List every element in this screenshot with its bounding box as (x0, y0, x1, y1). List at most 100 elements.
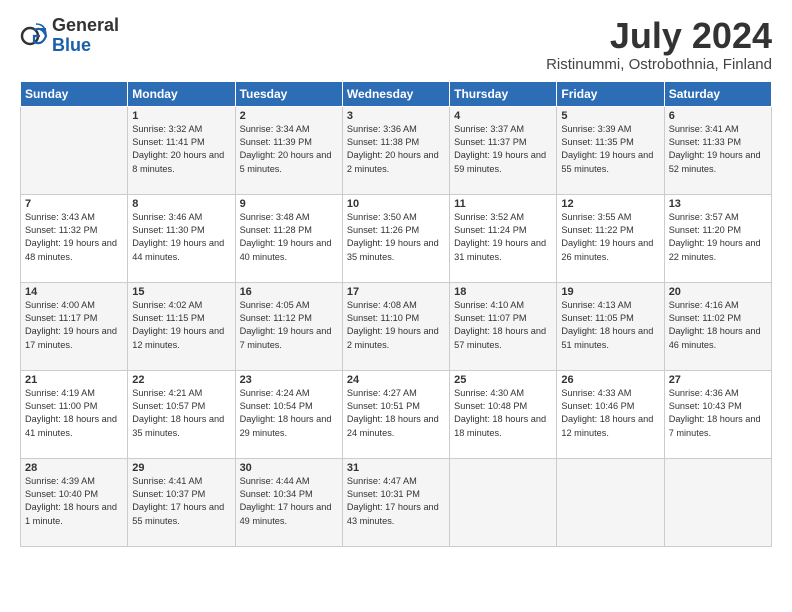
day-header-friday: Friday (557, 81, 664, 106)
day-number: 24 (347, 374, 445, 386)
day-info: Sunrise: 3:57 AMSunset: 11:20 PMDaylight… (669, 211, 767, 264)
day-number: 15 (132, 286, 230, 298)
month-title: July 2024 (546, 16, 772, 56)
day-cell: 11Sunrise: 3:52 AMSunset: 11:24 PMDaylig… (450, 194, 557, 282)
day-cell: 2Sunrise: 3:34 AMSunset: 11:39 PMDayligh… (235, 106, 342, 194)
day-number: 8 (132, 198, 230, 210)
day-info: Sunrise: 3:39 AMSunset: 11:35 PMDaylight… (561, 123, 659, 176)
day-number: 26 (561, 374, 659, 386)
day-number: 18 (454, 286, 552, 298)
day-info: Sunrise: 3:55 AMSunset: 11:22 PMDaylight… (561, 211, 659, 264)
day-info: Sunrise: 3:50 AMSunset: 11:26 PMDaylight… (347, 211, 445, 264)
day-info: Sunrise: 4:02 AMSunset: 11:15 PMDaylight… (132, 299, 230, 352)
day-number: 1 (132, 110, 230, 122)
day-number: 27 (669, 374, 767, 386)
day-info: Sunrise: 4:24 AMSunset: 10:54 PMDaylight… (240, 387, 338, 440)
day-cell: 12Sunrise: 3:55 AMSunset: 11:22 PMDaylig… (557, 194, 664, 282)
day-number: 2 (240, 110, 338, 122)
day-number: 22 (132, 374, 230, 386)
week-row-2: 7Sunrise: 3:43 AMSunset: 11:32 PMDayligh… (21, 194, 772, 282)
day-cell: 24Sunrise: 4:27 AMSunset: 10:51 PMDaylig… (342, 370, 449, 458)
day-info: Sunrise: 3:36 AMSunset: 11:38 PMDaylight… (347, 123, 445, 176)
day-cell: 6Sunrise: 3:41 AMSunset: 11:33 PMDayligh… (664, 106, 771, 194)
day-number: 4 (454, 110, 552, 122)
logo-text: General Blue (52, 16, 119, 56)
week-row-5: 28Sunrise: 4:39 AMSunset: 10:40 PMDaylig… (21, 458, 772, 546)
day-cell: 21Sunrise: 4:19 AMSunset: 11:00 PMDaylig… (21, 370, 128, 458)
day-cell: 16Sunrise: 4:05 AMSunset: 11:12 PMDaylig… (235, 282, 342, 370)
logo-icon (20, 22, 48, 50)
calendar-table: SundayMondayTuesdayWednesdayThursdayFrid… (20, 81, 772, 547)
day-cell: 31Sunrise: 4:47 AMSunset: 10:31 PMDaylig… (342, 458, 449, 546)
day-header-sunday: Sunday (21, 81, 128, 106)
day-number: 30 (240, 462, 338, 474)
day-number: 3 (347, 110, 445, 122)
day-info: Sunrise: 4:39 AMSunset: 10:40 PMDaylight… (25, 475, 123, 528)
day-cell: 3Sunrise: 3:36 AMSunset: 11:38 PMDayligh… (342, 106, 449, 194)
day-info: Sunrise: 4:27 AMSunset: 10:51 PMDaylight… (347, 387, 445, 440)
week-row-1: 1Sunrise: 3:32 AMSunset: 11:41 PMDayligh… (21, 106, 772, 194)
day-cell: 8Sunrise: 3:46 AMSunset: 11:30 PMDayligh… (128, 194, 235, 282)
day-number: 9 (240, 198, 338, 210)
day-info: Sunrise: 4:00 AMSunset: 11:17 PMDaylight… (25, 299, 123, 352)
day-number: 21 (25, 374, 123, 386)
day-cell: 23Sunrise: 4:24 AMSunset: 10:54 PMDaylig… (235, 370, 342, 458)
day-cell: 18Sunrise: 4:10 AMSunset: 11:07 PMDaylig… (450, 282, 557, 370)
day-cell: 27Sunrise: 4:36 AMSunset: 10:43 PMDaylig… (664, 370, 771, 458)
day-number: 17 (347, 286, 445, 298)
week-row-4: 21Sunrise: 4:19 AMSunset: 11:00 PMDaylig… (21, 370, 772, 458)
day-number: 23 (240, 374, 338, 386)
day-number: 10 (347, 198, 445, 210)
day-number: 20 (669, 286, 767, 298)
day-cell (21, 106, 128, 194)
day-info: Sunrise: 4:47 AMSunset: 10:31 PMDaylight… (347, 475, 445, 528)
day-header-thursday: Thursday (450, 81, 557, 106)
day-cell: 14Sunrise: 4:00 AMSunset: 11:17 PMDaylig… (21, 282, 128, 370)
day-info: Sunrise: 4:44 AMSunset: 10:34 PMDaylight… (240, 475, 338, 528)
day-info: Sunrise: 3:43 AMSunset: 11:32 PMDaylight… (25, 211, 123, 264)
day-info: Sunrise: 3:41 AMSunset: 11:33 PMDaylight… (669, 123, 767, 176)
day-number: 16 (240, 286, 338, 298)
day-header-monday: Monday (128, 81, 235, 106)
week-row-3: 14Sunrise: 4:00 AMSunset: 11:17 PMDaylig… (21, 282, 772, 370)
day-header-wednesday: Wednesday (342, 81, 449, 106)
day-info: Sunrise: 4:30 AMSunset: 10:48 PMDaylight… (454, 387, 552, 440)
day-cell: 4Sunrise: 3:37 AMSunset: 11:37 PMDayligh… (450, 106, 557, 194)
logo-blue-text: Blue (52, 36, 119, 56)
day-info: Sunrise: 4:10 AMSunset: 11:07 PMDaylight… (454, 299, 552, 352)
day-cell: 1Sunrise: 3:32 AMSunset: 11:41 PMDayligh… (128, 106, 235, 194)
day-info: Sunrise: 4:16 AMSunset: 11:02 PMDaylight… (669, 299, 767, 352)
logo: General Blue (20, 16, 119, 56)
day-cell: 30Sunrise: 4:44 AMSunset: 10:34 PMDaylig… (235, 458, 342, 546)
title-block: July 2024 Ristinummi, Ostrobothnia, Finl… (546, 16, 772, 73)
day-number: 29 (132, 462, 230, 474)
days-header-row: SundayMondayTuesdayWednesdayThursdayFrid… (21, 81, 772, 106)
day-cell: 20Sunrise: 4:16 AMSunset: 11:02 PMDaylig… (664, 282, 771, 370)
day-info: Sunrise: 3:37 AMSunset: 11:37 PMDaylight… (454, 123, 552, 176)
day-cell: 7Sunrise: 3:43 AMSunset: 11:32 PMDayligh… (21, 194, 128, 282)
day-cell (557, 458, 664, 546)
logo-general-text: General (52, 16, 119, 36)
day-number: 14 (25, 286, 123, 298)
day-cell: 19Sunrise: 4:13 AMSunset: 11:05 PMDaylig… (557, 282, 664, 370)
day-info: Sunrise: 3:48 AMSunset: 11:28 PMDaylight… (240, 211, 338, 264)
day-cell: 29Sunrise: 4:41 AMSunset: 10:37 PMDaylig… (128, 458, 235, 546)
day-info: Sunrise: 4:33 AMSunset: 10:46 PMDaylight… (561, 387, 659, 440)
day-number: 7 (25, 198, 123, 210)
day-info: Sunrise: 3:34 AMSunset: 11:39 PMDaylight… (240, 123, 338, 176)
day-info: Sunrise: 4:05 AMSunset: 11:12 PMDaylight… (240, 299, 338, 352)
day-info: Sunrise: 4:13 AMSunset: 11:05 PMDaylight… (561, 299, 659, 352)
day-cell: 25Sunrise: 4:30 AMSunset: 10:48 PMDaylig… (450, 370, 557, 458)
day-number: 28 (25, 462, 123, 474)
day-cell: 15Sunrise: 4:02 AMSunset: 11:15 PMDaylig… (128, 282, 235, 370)
calendar-page: General Blue July 2024 Ristinummi, Ostro… (0, 0, 792, 612)
day-cell: 17Sunrise: 4:08 AMSunset: 11:10 PMDaylig… (342, 282, 449, 370)
day-number: 25 (454, 374, 552, 386)
day-cell: 10Sunrise: 3:50 AMSunset: 11:26 PMDaylig… (342, 194, 449, 282)
day-info: Sunrise: 4:41 AMSunset: 10:37 PMDaylight… (132, 475, 230, 528)
day-cell (450, 458, 557, 546)
day-cell: 26Sunrise: 4:33 AMSunset: 10:46 PMDaylig… (557, 370, 664, 458)
day-info: Sunrise: 3:46 AMSunset: 11:30 PMDaylight… (132, 211, 230, 264)
day-info: Sunrise: 3:32 AMSunset: 11:41 PMDaylight… (132, 123, 230, 176)
day-info: Sunrise: 4:21 AMSunset: 10:57 PMDaylight… (132, 387, 230, 440)
